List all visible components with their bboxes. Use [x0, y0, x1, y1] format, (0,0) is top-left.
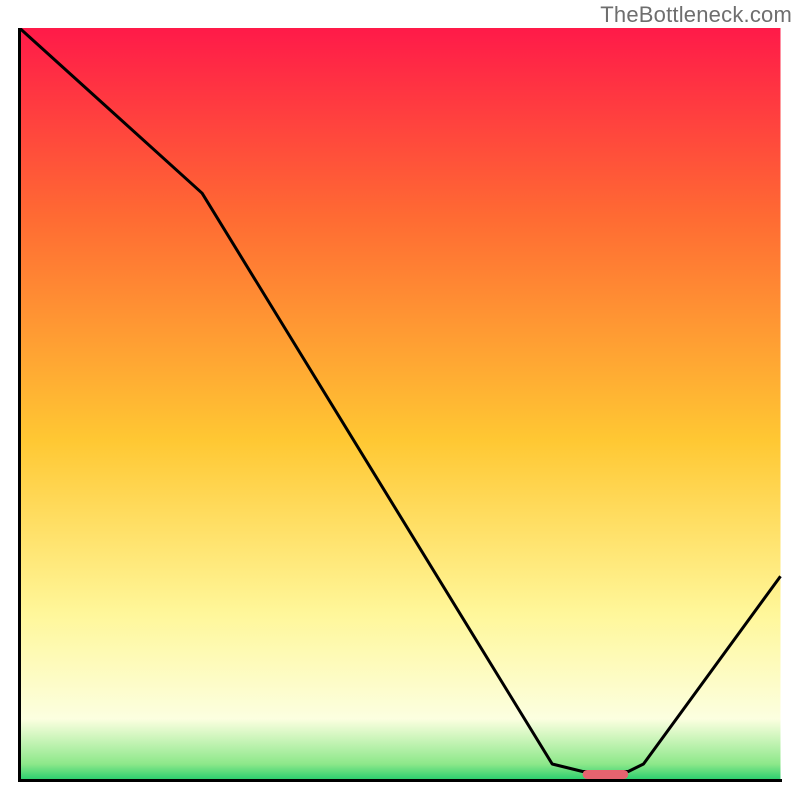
optimal-range-marker — [583, 770, 629, 779]
bottleneck-chart — [18, 28, 782, 782]
chart-svg — [18, 28, 782, 782]
watermark-text: TheBottleneck.com — [600, 2, 792, 28]
gradient-background — [20, 28, 781, 779]
